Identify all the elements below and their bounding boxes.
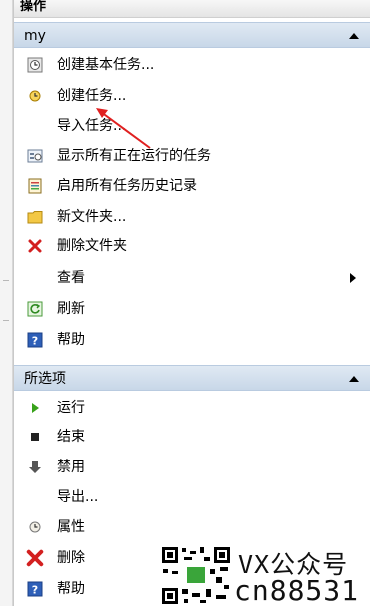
- action-show-running-tasks[interactable]: 显示所有正在运行的任务: [14, 141, 370, 171]
- help-icon: ?: [27, 581, 43, 597]
- action-label: 显示所有正在运行的任务: [57, 148, 211, 164]
- section-header-selected[interactable]: 所选项: [14, 365, 370, 391]
- left-pane-edge: [0, 0, 13, 606]
- action-disable[interactable]: 禁用: [14, 452, 370, 482]
- action-enable-task-history[interactable]: 启用所有任务历史记录: [14, 171, 370, 201]
- properties-icon: [29, 521, 41, 533]
- action-label: 禁用: [57, 459, 85, 475]
- action-label: 查看: [57, 270, 85, 286]
- action-label: 启用所有任务历史记录: [57, 178, 197, 194]
- collapse-arrow-icon[interactable]: [349, 33, 359, 39]
- action-properties[interactable]: 属性: [14, 512, 370, 542]
- action-label: 创建任务...: [57, 88, 127, 104]
- action-run[interactable]: 运行: [14, 393, 370, 423]
- stop-icon: [31, 433, 39, 441]
- delete-icon: [26, 549, 44, 567]
- folder-icon: [27, 211, 43, 224]
- help-icon: ?: [27, 332, 43, 348]
- action-help[interactable]: ? 帮助: [14, 325, 370, 355]
- action-label: 删除文件夹: [57, 238, 127, 254]
- section-header-label: my: [24, 28, 46, 44]
- section-header-label: 所选项: [24, 371, 66, 387]
- running-tasks-icon: [27, 149, 43, 163]
- section-header-my[interactable]: my: [14, 22, 370, 48]
- task-history-icon: [28, 178, 42, 194]
- pane-divider-mark: [3, 280, 9, 281]
- collapse-arrow-icon[interactable]: [349, 376, 359, 382]
- action-import-task[interactable]: 导入任务...: [14, 111, 370, 141]
- svg-text:?: ?: [32, 584, 38, 597]
- run-icon: [32, 403, 39, 413]
- action-create-task[interactable]: 创建任务...: [14, 81, 370, 111]
- refresh-icon: [27, 301, 43, 317]
- qr-code-icon: [160, 545, 232, 606]
- action-delete-folder[interactable]: 删除文件夹: [14, 231, 370, 261]
- pane-divider-mark: [3, 320, 9, 321]
- delete-icon: [28, 239, 42, 253]
- action-label: 创建基本任务...: [57, 57, 155, 73]
- action-label: 帮助: [57, 581, 85, 597]
- svg-text:?: ?: [32, 335, 38, 348]
- action-refresh[interactable]: 刷新: [14, 294, 370, 324]
- submenu-arrow-icon: [350, 273, 356, 283]
- action-end[interactable]: 结束: [14, 422, 370, 452]
- action-label: 刷新: [57, 301, 85, 317]
- actions-pane: 操作 my 创建基本任务... 创建任务... 导入任务... 显示所有正在运行…: [13, 0, 370, 606]
- action-export[interactable]: 导出...: [14, 482, 370, 512]
- action-label: 运行: [57, 400, 85, 416]
- disable-icon: [29, 461, 41, 473]
- action-label: 结束: [57, 429, 85, 445]
- create-task-icon: [29, 90, 41, 102]
- action-label: 属性: [57, 519, 85, 535]
- watermark-line2: cn88531: [234, 574, 360, 607]
- action-label: 导出...: [57, 489, 99, 505]
- action-label: 删除: [57, 550, 85, 566]
- task-wizard-icon: [27, 57, 43, 73]
- action-create-basic-task[interactable]: 创建基本任务...: [14, 50, 370, 80]
- action-label: 帮助: [57, 332, 85, 348]
- action-new-folder[interactable]: 新文件夹...: [14, 202, 370, 232]
- action-label: 导入任务...: [57, 118, 127, 134]
- action-label: 新文件夹...: [57, 209, 127, 225]
- action-view-menu[interactable]: 查看: [14, 263, 370, 293]
- actions-pane-title: 操作: [14, 0, 370, 18]
